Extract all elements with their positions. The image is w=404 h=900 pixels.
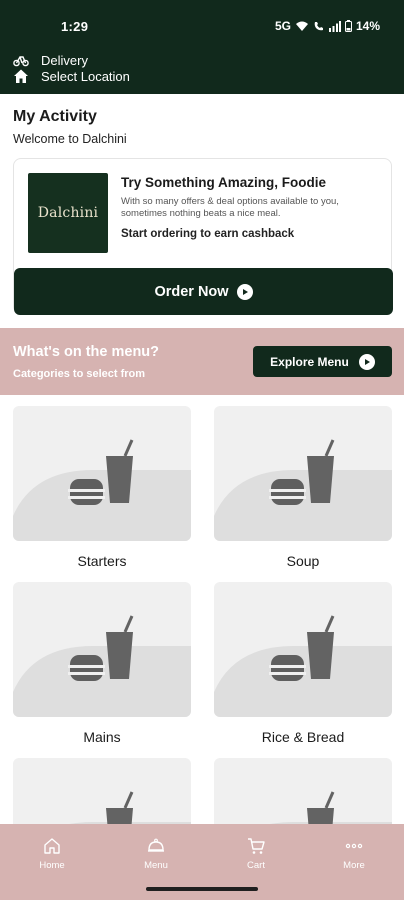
- location-bar[interactable]: Delivery Select Location: [0, 50, 404, 94]
- arrow-circle-icon: [358, 353, 375, 370]
- tab-more-label: More: [343, 860, 365, 871]
- battery-percent: 14%: [355, 19, 380, 33]
- home-icon: [44, 838, 60, 854]
- menu-title: What's on the menu?: [13, 344, 160, 360]
- promo-card: Dalchini Try Something Amazing, Foodie W…: [13, 158, 393, 315]
- category-label: Mains: [83, 729, 121, 745]
- food-placeholder-icon: [13, 406, 191, 541]
- battery-icon: [344, 20, 352, 32]
- category-card[interactable]: Soup: [214, 406, 392, 569]
- more-icon: [345, 843, 363, 849]
- category-label: Soup: [286, 553, 320, 569]
- select-location[interactable]: Select Location: [13, 68, 130, 84]
- cart-icon: [248, 838, 265, 854]
- tab-home-label: Home: [39, 860, 65, 871]
- order-now-label: Order Now: [154, 283, 229, 300]
- network-type: 5G: [274, 19, 291, 33]
- tab-more[interactable]: More: [324, 836, 384, 871]
- explore-menu-label: Explore Menu: [270, 354, 349, 369]
- category-card[interactable]: Mains: [13, 582, 191, 745]
- activity-header: My Activity Welcome to Dalchini: [13, 108, 127, 146]
- promo-cta-note: Start ordering to earn cashback: [121, 228, 295, 240]
- category-label: Starters: [77, 553, 127, 569]
- signal-icon: [328, 20, 341, 32]
- arrow-circle-icon: [236, 283, 253, 300]
- food-placeholder-icon: [214, 582, 392, 717]
- location-label: Select Location: [41, 68, 130, 84]
- cloche-icon: [148, 838, 164, 852]
- tab-menu-label: Menu: [144, 860, 168, 871]
- menu-banner: What's on the menu? Categories to select…: [0, 328, 404, 395]
- home-location-icon: [14, 69, 28, 83]
- category-card[interactable]: Starters: [13, 406, 191, 569]
- tab-home[interactable]: Home: [22, 836, 82, 871]
- brand-logo: Dalchini: [28, 173, 108, 253]
- food-placeholder-icon: [214, 406, 392, 541]
- delivery-label: Delivery: [41, 52, 88, 68]
- tab-cart[interactable]: Cart: [226, 836, 286, 871]
- promo-body: With so many offers & deal options avail…: [121, 196, 339, 219]
- activity-title: My Activity: [13, 108, 97, 125]
- status-time: 1:29: [61, 19, 89, 34]
- tab-cart-label: Cart: [247, 860, 265, 871]
- food-placeholder-icon: [13, 582, 191, 717]
- order-now-button[interactable]: Order Now: [14, 268, 393, 315]
- status-icons: 5G 14%: [275, 19, 380, 33]
- promo-text: Try Something Amazing, Foodie With so ma…: [121, 175, 383, 240]
- wifi-icon: [295, 21, 308, 31]
- promo-headline: Try Something Amazing, Foodie: [121, 175, 327, 190]
- home-indicator[interactable]: [146, 887, 258, 891]
- activity-subtitle: Welcome to Dalchini: [13, 132, 127, 146]
- bike-icon: [13, 56, 29, 67]
- menu-subtitle: Categories to select from: [13, 368, 146, 380]
- brand-logo-text: Dalchini: [37, 205, 99, 221]
- status-bar: 1:29 5G 14%: [0, 0, 404, 50]
- delivery-mode[interactable]: Delivery: [13, 52, 88, 68]
- category-label: Rice & Bread: [261, 729, 345, 745]
- explore-menu-button[interactable]: Explore Menu: [253, 346, 392, 377]
- tab-menu[interactable]: Menu: [126, 836, 186, 871]
- call-icon: [314, 21, 323, 30]
- category-card[interactable]: Rice & Bread: [214, 582, 392, 745]
